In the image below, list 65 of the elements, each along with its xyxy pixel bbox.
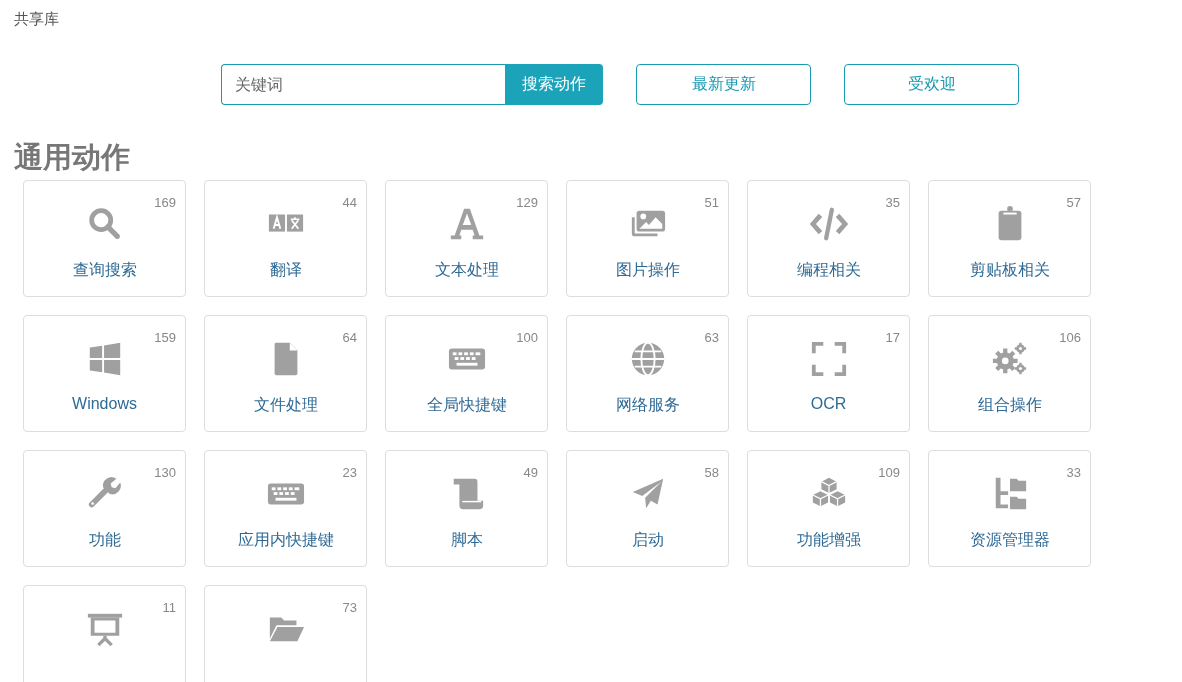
action-count: 33 <box>1066 465 1081 480</box>
category-card[interactable]: 64 文件处理 <box>204 315 367 432</box>
action-count: 63 <box>704 330 719 345</box>
category-label: 全局快捷键 <box>426 395 507 415</box>
action-count: 51 <box>704 195 719 210</box>
category-label: 应用内快捷键 <box>237 530 334 550</box>
category-card[interactable]: 73 <box>204 585 367 682</box>
category-card[interactable]: 35 编程相关 <box>747 180 910 297</box>
category-card[interactable]: 44 翻译 <box>204 180 367 297</box>
category-label: 网络服务 <box>615 395 680 415</box>
category-card[interactable]: 169 查询搜索 <box>23 180 186 297</box>
action-count: 130 <box>154 465 176 480</box>
category-card[interactable]: 23 应用内快捷键 <box>204 450 367 567</box>
action-count: 49 <box>523 465 538 480</box>
category-label: Windows <box>72 395 137 413</box>
action-count: 57 <box>1066 195 1081 210</box>
category-card[interactable]: 109 功能增强 <box>747 450 910 567</box>
action-count: 100 <box>516 330 538 345</box>
category-label: 功能 <box>88 530 121 550</box>
action-count: 23 <box>342 465 357 480</box>
action-count: 169 <box>154 195 176 210</box>
filter-button[interactable]: 最新更新 <box>636 64 811 105</box>
category-label: 图片操作 <box>615 260 680 280</box>
category-card[interactable]: 58 启动 <box>566 450 729 567</box>
action-count: 129 <box>516 195 538 210</box>
category-card[interactable]: 51 图片操作 <box>566 180 729 297</box>
action-count: 159 <box>154 330 176 345</box>
section-heading: 通用动作 <box>14 140 131 175</box>
category-card[interactable]: 106 组合操作 <box>928 315 1091 432</box>
action-count: 44 <box>342 195 357 210</box>
category-label: 资源管理器 <box>969 530 1050 550</box>
category-card[interactable]: 33 资源管理器 <box>928 450 1091 567</box>
category-label: 功能增强 <box>796 530 861 550</box>
action-count: 106 <box>1059 330 1081 345</box>
category-card[interactable]: 130 功能 <box>23 450 186 567</box>
filter-button[interactable]: 受欢迎 <box>844 64 1019 105</box>
category-card[interactable]: 17 OCR <box>747 315 910 432</box>
category-label: 组合操作 <box>977 395 1042 415</box>
category-label: 翻译 <box>269 260 302 280</box>
category-card[interactable]: 63 网络服务 <box>566 315 729 432</box>
search-field[interactable]: 关键词 <box>221 64 505 105</box>
action-count: 64 <box>342 330 357 345</box>
category-label: 查询搜索 <box>72 260 137 280</box>
category-card[interactable]: 49 脚本 <box>385 450 548 567</box>
action-count: 17 <box>885 330 900 345</box>
corners-icon <box>809 340 848 378</box>
category-card[interactable]: 100 全局快捷键 <box>385 315 548 432</box>
category-label: OCR <box>810 395 847 413</box>
category-label: 文件处理 <box>253 395 318 415</box>
category-label: 剪贴板相关 <box>969 260 1050 280</box>
category-card[interactable]: 11 <box>23 585 186 682</box>
category-card[interactable]: 129 文本处理 <box>385 180 548 297</box>
category-card[interactable]: 57 剪贴板相关 <box>928 180 1091 297</box>
action-count: 73 <box>342 600 357 615</box>
category-label: 文本处理 <box>434 260 499 280</box>
code-icon <box>809 205 848 243</box>
category-card[interactable]: 159 Windows <box>23 315 186 432</box>
category-label: 编程相关 <box>796 260 861 280</box>
action-count: 11 <box>162 600 176 615</box>
action-count: 35 <box>885 195 900 210</box>
category-label: 启动 <box>631 530 664 550</box>
page-title: 共享库 <box>13 9 60 29</box>
category-label: 脚本 <box>450 530 483 550</box>
action-count: 109 <box>878 465 900 480</box>
action-count: 58 <box>704 465 719 480</box>
